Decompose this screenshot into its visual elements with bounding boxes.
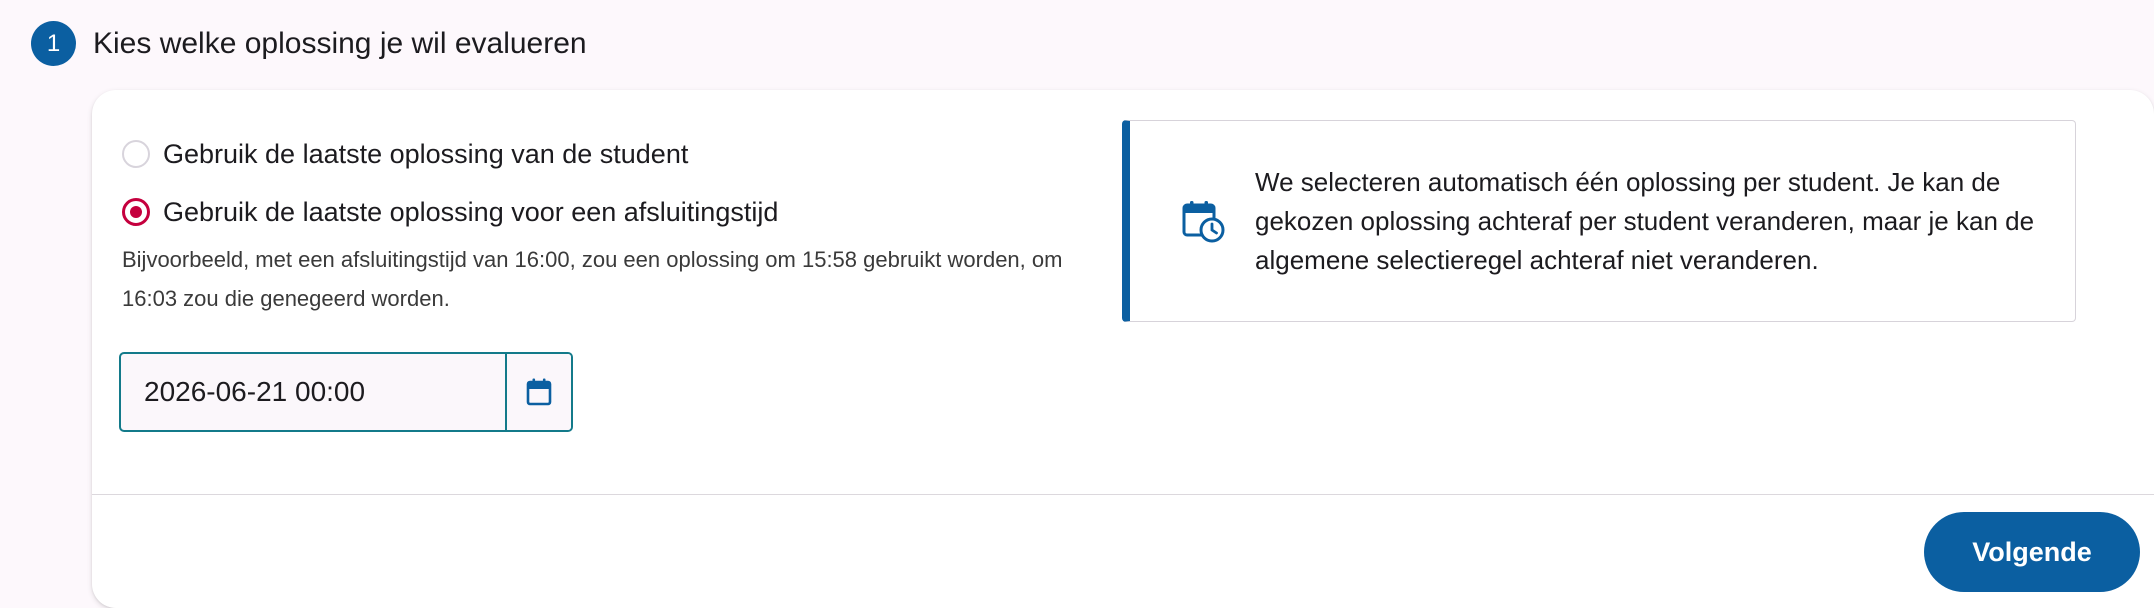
radio-deadline-solution[interactable]	[122, 198, 150, 226]
open-calendar-button[interactable]	[505, 354, 571, 430]
calendar-clock-icon	[1182, 201, 1225, 243]
footer-divider	[92, 494, 2154, 495]
radio-selected-dot	[130, 206, 142, 218]
deadline-hint: Bijvoorbeeld, met een afsluitingstijd va…	[122, 247, 1063, 311]
option-deadline-solution-label: Gebruik de laatste oplossing voor een af…	[163, 196, 779, 227]
deadline-datetime-field	[119, 352, 573, 432]
info-text: We selecteren automatisch één oplossing …	[1255, 166, 2035, 275]
solution-options: Gebruik de laatste oplossing van de stud…	[122, 134, 1122, 318]
step-header: 1 Kies welke oplossing je wil evalueren	[31, 21, 587, 66]
option-latest-solution-label: Gebruik de laatste oplossing van de stud…	[163, 138, 689, 169]
next-button[interactable]: Volgende	[1924, 512, 2140, 592]
radio-latest-solution[interactable]	[122, 140, 150, 168]
step-number-badge: 1	[31, 21, 76, 66]
calendar-icon	[526, 378, 552, 406]
solution-selection-card: Gebruik de laatste oplossing van de stud…	[92, 90, 2154, 608]
option-deadline-solution[interactable]: Gebruik de laatste oplossing voor een af…	[122, 192, 1122, 232]
option-latest-solution[interactable]: Gebruik de laatste oplossing van de stud…	[122, 134, 1122, 174]
info-callout: We selecteren automatisch één oplossing …	[1122, 120, 2076, 322]
step-title: Kies welke oplossing je wil evalueren	[93, 26, 587, 60]
deadline-datetime-input[interactable]	[121, 354, 505, 430]
